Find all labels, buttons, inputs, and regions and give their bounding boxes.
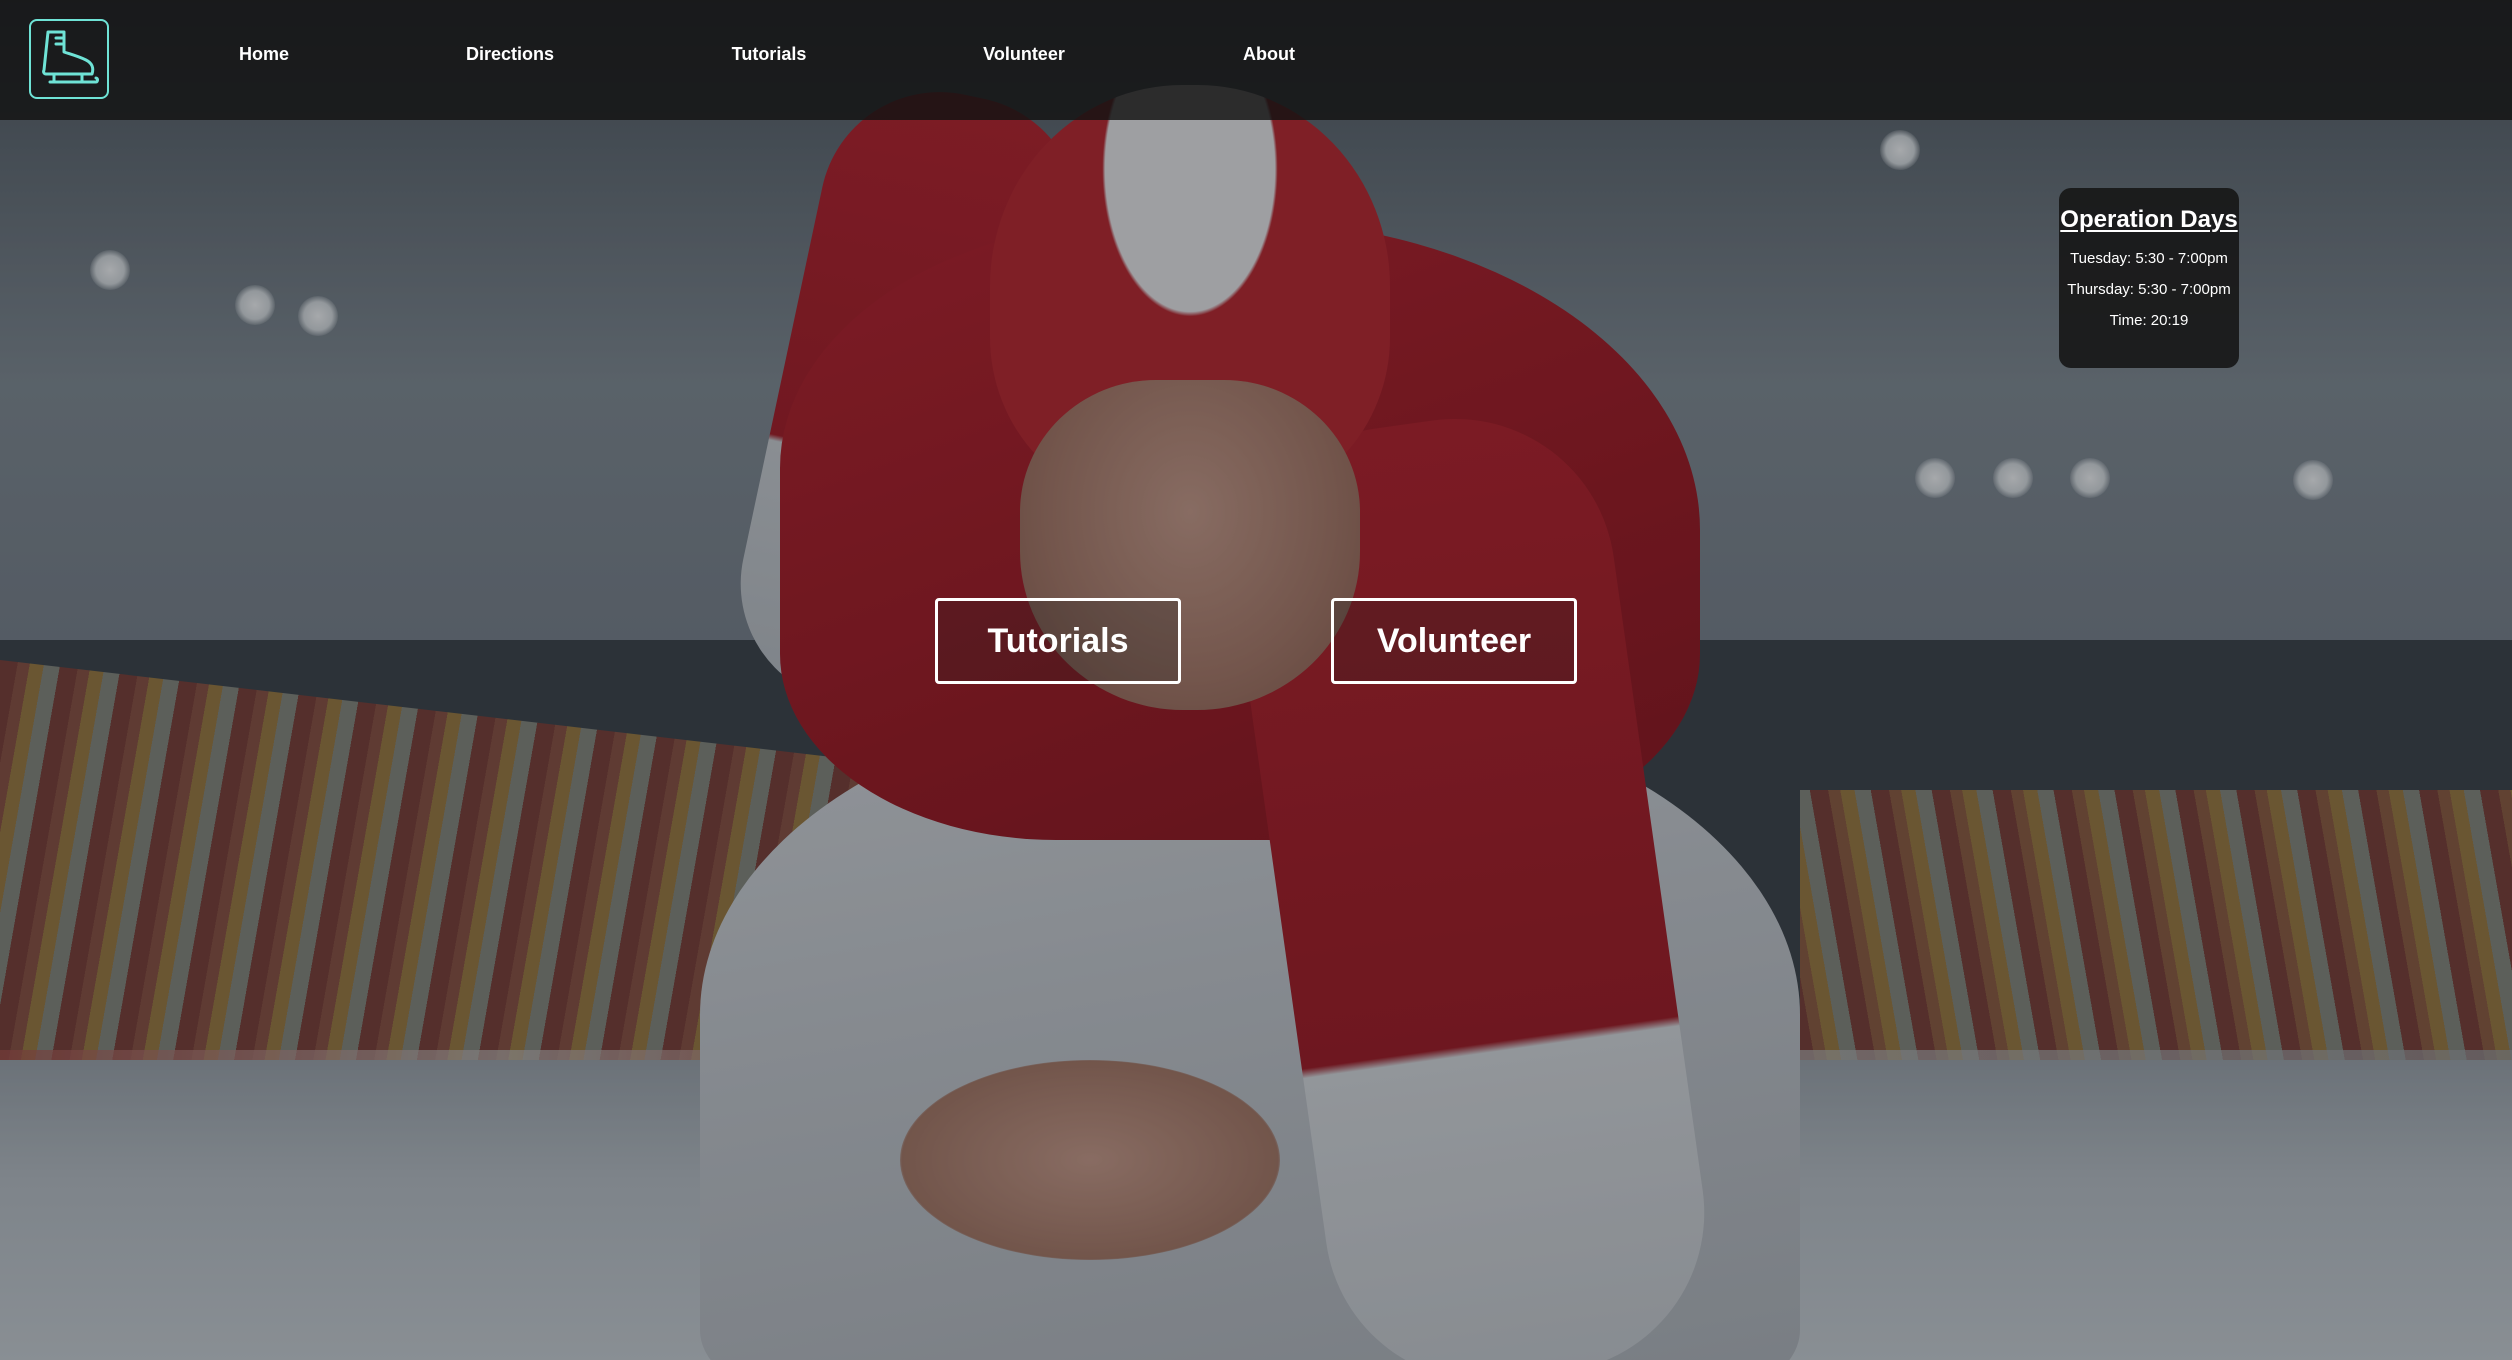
operation-day-thursday: Thursday: 5:30 - 7:00pm: [2067, 281, 2231, 298]
current-time: Time: 20:19: [2109, 312, 2189, 329]
operation-days-title: Operation Days: [2060, 206, 2238, 233]
page: Home Directions Tutorials Volunteer Abou…: [0, 0, 2512, 1360]
ice-skate-icon: [42, 30, 99, 84]
volunteer-button[interactable]: Volunteer: [1331, 598, 1577, 684]
nav-tutorials[interactable]: Tutorials: [732, 44, 807, 65]
tutorials-button[interactable]: Tutorials: [935, 598, 1181, 684]
operation-days-card: Operation Days Tuesday: 5:30 - 7:00pm Th…: [2059, 188, 2239, 368]
nav-volunteer[interactable]: Volunteer: [983, 44, 1065, 65]
nav-home[interactable]: Home: [239, 44, 289, 65]
nav-about[interactable]: About: [1243, 44, 1295, 65]
top-navbar: Home Directions Tutorials Volunteer Abou…: [0, 0, 2512, 120]
nav-directions[interactable]: Directions: [466, 44, 554, 65]
home-logo-link[interactable]: [29, 19, 109, 99]
operation-day-tuesday: Tuesday: 5:30 - 7:00pm: [2070, 250, 2228, 267]
